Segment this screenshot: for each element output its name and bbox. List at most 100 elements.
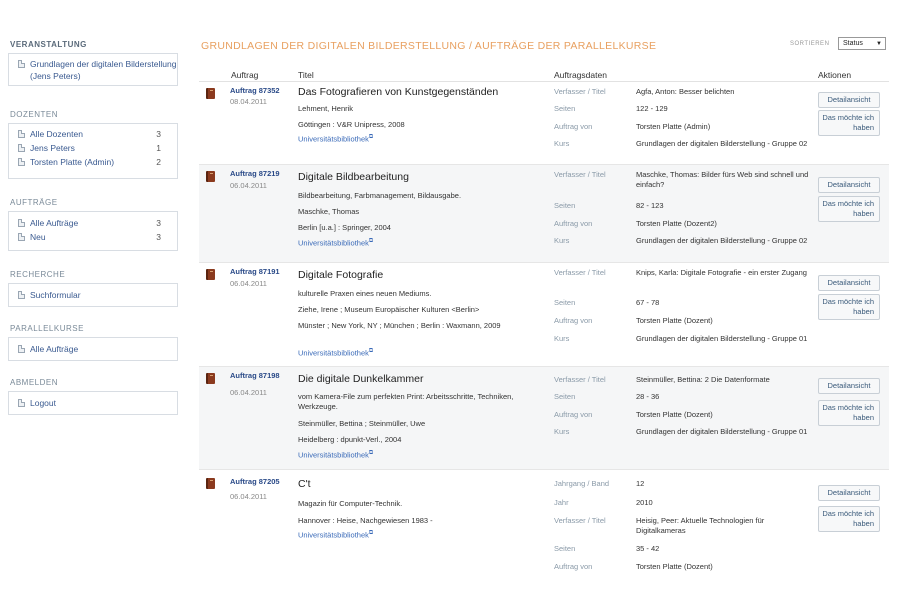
document-icon <box>18 144 25 152</box>
record-publisher: Göttingen : V&R Unipress, 2008 <box>298 120 405 129</box>
col-head-auftrag: Auftrag <box>231 70 259 80</box>
library-link[interactable]: Universitätsbibliothek⧉ <box>298 450 373 460</box>
data-label: Seiten <box>554 104 576 113</box>
sidebar-item-veranstaltung[interactable]: Grundlagen der digitalen Bilderstellung … <box>9 57 177 83</box>
data-value: Agfa, Anton: Besser belichten <box>636 87 735 96</box>
sidebar-item-label: Suchformular <box>30 290 81 300</box>
veranstaltung-box: Grundlagen der digitalen Bilderstellung … <box>8 53 178 86</box>
data-value: 35 - 42 <box>636 544 660 553</box>
detailansicht-button[interactable]: Detailansicht <box>818 275 880 291</box>
col-head-aktionen: Aktionen <box>818 70 852 80</box>
data-value: Torsten Platte (Dozent2) <box>636 219 717 228</box>
book-icon <box>206 373 215 384</box>
auftrag-date: 06.04.2011 <box>230 279 267 288</box>
want-button[interactable]: Das möchte ich haben <box>818 400 880 426</box>
data-value: Grundlagen der digitalen Bilderstellung … <box>636 427 808 436</box>
sidebar: VERANSTALTUNG Grundlagen der digitalen B… <box>0 30 186 600</box>
chevron-down-icon: ▼ <box>876 41 882 47</box>
library-link[interactable]: Universitätsbibliothek⧉ <box>298 348 373 358</box>
data-value: 12 <box>636 479 645 488</box>
data-value: Torsten Platte (Dozent) <box>636 562 713 571</box>
data-value: 2010 <box>636 498 653 507</box>
heading-abmelden: ABMELDEN <box>10 378 59 387</box>
data-label: Jahrgang / Band <box>554 479 610 488</box>
data-label: Seiten <box>554 392 576 401</box>
book-icon <box>206 88 215 99</box>
auftrag-link[interactable]: Auftrag 87191 <box>230 267 280 276</box>
document-icon <box>18 158 25 166</box>
data-value: 28 - 36 <box>636 392 660 401</box>
book-icon <box>206 269 215 280</box>
data-value: Maschke, Thomas: Bilder fürs Web sind sc… <box>636 170 809 189</box>
data-value: Torsten Platte (Dozent) <box>636 410 713 419</box>
record-author: Lehment, Henrik <box>298 104 354 113</box>
auftrag-link[interactable]: Auftrag 87198 <box>230 371 280 380</box>
item-count: 3 <box>156 218 161 228</box>
data-label: Kurs <box>554 334 570 343</box>
record-title: Die digitale Dunkelkammer <box>298 373 424 385</box>
data-label: Kurs <box>554 427 570 436</box>
record-subtitle: vom Kamera-File zum perfekten Print: Arb… <box>298 392 514 411</box>
library-link-label: Universitätsbibliothek <box>298 134 369 144</box>
heading-parallelkurse: PARALLELKURSE <box>10 324 84 333</box>
sidebar-item-label: Alle Aufträge <box>30 218 79 228</box>
auftrag-date: 06.04.2011 <box>230 181 267 190</box>
document-icon <box>18 291 25 299</box>
auftrag-link[interactable]: Auftrag 87219 <box>230 169 280 178</box>
sort-label: SORTIEREN <box>790 41 830 47</box>
sidebar-item-label: Grundlagen der digitalen Bilderstellung … <box>30 59 177 81</box>
data-label: Kurs <box>554 236 570 245</box>
want-button[interactable]: Das möchte ich haben <box>818 196 880 222</box>
want-button[interactable]: Das möchte ich haben <box>818 506 880 532</box>
detailansicht-button[interactable]: Detailansicht <box>818 92 880 108</box>
library-link[interactable]: Universitätsbibliothek⧉ <box>298 238 373 248</box>
data-label: Auftrag von <box>554 122 593 131</box>
table-row: Auftrag 87219 06.04.2011 Digitale Bildbe… <box>199 165 889 262</box>
auftrag-link[interactable]: Auftrag 87205 <box>230 477 280 486</box>
library-link-label: Universitätsbibliothek <box>298 530 369 540</box>
sidebar-item-neu[interactable]: Neu 3 <box>9 230 177 244</box>
sidebar-item-parallel-alle-auftraege[interactable]: Alle Aufträge <box>9 342 177 356</box>
document-icon <box>18 233 25 241</box>
table-row: Auftrag 87198 06.04.2011 Die digitale Du… <box>199 367 889 469</box>
detailansicht-button[interactable]: Detailansicht <box>818 485 880 501</box>
library-link[interactable]: Universitätsbibliothek⧉ <box>298 134 373 144</box>
want-button[interactable]: Das möchte ich haben <box>818 294 880 320</box>
sidebar-item-alle-dozenten[interactable]: Alle Dozenten 3 <box>9 127 177 141</box>
dozenten-box: Alle Dozenten 3 Jens Peters 1 Torsten Pl… <box>8 123 178 179</box>
heading-auftraege: AUFTRÄGE <box>10 198 58 207</box>
data-label: Kurs <box>554 139 570 148</box>
data-label: Auftrag von <box>554 316 593 325</box>
want-button[interactable]: Das möchte ich haben <box>818 110 880 136</box>
sidebar-item-torsten-platte[interactable]: Torsten Platte (Admin) 2 <box>9 155 177 169</box>
library-link-label: Universitätsbibliothek <box>298 348 369 358</box>
recherche-box: Suchformular <box>8 283 178 307</box>
detailansicht-button[interactable]: Detailansicht <box>818 378 880 394</box>
data-value: 67 - 78 <box>636 298 660 307</box>
document-icon <box>18 60 25 68</box>
record-publisher: Berlin [u.a.] : Springer, 2004 <box>298 223 391 232</box>
auftrag-date: 06.04.2011 <box>230 492 267 501</box>
heading-veranstaltung: VERANSTALTUNG <box>10 40 87 49</box>
library-link-label: Universitätsbibliothek <box>298 450 369 460</box>
data-label: Seiten <box>554 201 576 210</box>
book-icon <box>206 171 215 182</box>
page-title: GRUNDLAGEN DER DIGITALEN BILDERSTELLUNG … <box>201 40 657 52</box>
col-head-auftragsdaten: Auftragsdaten <box>554 70 607 80</box>
sidebar-item-alle-auftraege[interactable]: Alle Aufträge 3 <box>9 216 177 230</box>
detailansicht-button[interactable]: Detailansicht <box>818 177 880 193</box>
data-value: 82 - 123 <box>636 201 664 210</box>
sidebar-item-logout[interactable]: Logout <box>9 396 177 410</box>
record-author: Steinmüller, Bettina ; Steinmüller, Uwe <box>298 419 426 428</box>
sort-select[interactable]: Status ▼ <box>838 37 886 50</box>
sidebar-item-suchformular[interactable]: Suchformular <box>9 288 177 302</box>
document-icon <box>18 130 25 138</box>
auftrag-link[interactable]: Auftrag 87352 <box>230 86 280 95</box>
sidebar-item-label: Jens Peters <box>30 143 75 153</box>
sidebar-item-jens-peters[interactable]: Jens Peters 1 <box>9 141 177 155</box>
auftrag-date: 08.04.2011 <box>230 97 267 106</box>
book-icon <box>206 478 215 489</box>
external-link-icon: ⧉ <box>368 238 374 244</box>
library-link[interactable]: Universitätsbibliothek⧉ <box>298 530 373 540</box>
external-link-icon: ⧉ <box>368 134 374 140</box>
